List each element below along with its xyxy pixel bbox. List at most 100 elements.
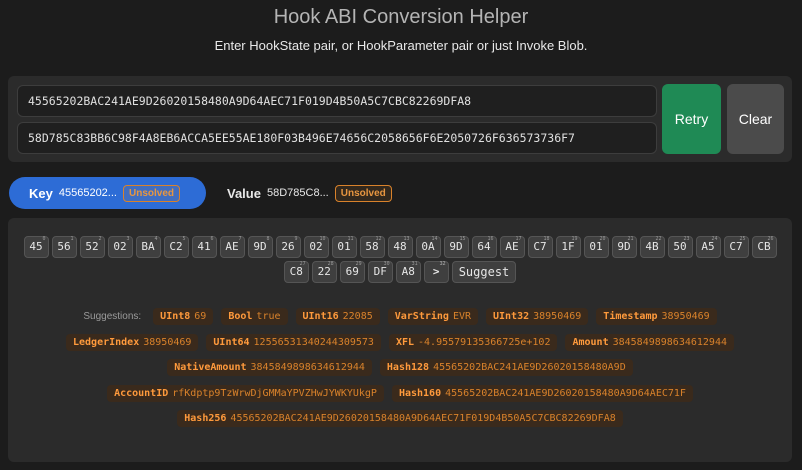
byte-index: 22: [655, 236, 662, 242]
byte-index: 15: [459, 236, 466, 242]
byte-index: 20: [599, 236, 606, 242]
byte-chip[interactable]: 64 16: [471, 236, 497, 258]
suggestion-value: rfKdptp9TzWrwDjGMMaYPVZHwJYWKYUkgP: [172, 387, 377, 399]
byte-chip[interactable]: 26 9: [275, 236, 301, 258]
byte-chip[interactable]: C8 27: [283, 261, 309, 283]
suggestion-chip[interactable]: XFL -4.95579135366725e+102: [388, 333, 558, 351]
suggestion-value: 69: [194, 311, 207, 323]
byte-chip[interactable]: C2 5: [163, 236, 189, 258]
value-hex-input[interactable]: 58D785C83BB6C98F4A8EB6ACCA5EE55AE180F03B…: [17, 122, 657, 154]
retry-button[interactable]: Retry: [662, 84, 721, 154]
suggestion-type: UInt64: [213, 336, 250, 348]
byte-index: 23: [683, 236, 690, 242]
byte-value: 45: [29, 240, 43, 253]
suggestion-chip[interactable]: NativeAmount 3845849898634612944: [167, 359, 372, 377]
byte-chip[interactable]: 52 2: [79, 236, 105, 258]
byte-chip[interactable]: 41 6: [191, 236, 217, 258]
byte-chip[interactable]: 9D 8: [247, 236, 273, 258]
suggestion-type: Amount: [572, 336, 609, 348]
byte-value: AE: [225, 240, 239, 253]
byte-chip[interactable]: 50 23: [667, 236, 693, 258]
suggestion-chip[interactable]: UInt8 69: [153, 308, 214, 326]
suggestions-area: Suggestions: UInt8 69 Bool true UInt16 22085 Va…: [8, 304, 792, 432]
byte-chip[interactable]: BA 4: [135, 236, 161, 258]
suggestion-type: LedgerIndex: [73, 336, 140, 348]
chevron-right-icon: >: [432, 265, 440, 278]
byte-index: 11: [347, 236, 354, 242]
suggest-button[interactable]: Suggest: [451, 261, 517, 283]
tab-value[interactable]: Value 58D785C8... Unsolved: [218, 177, 408, 209]
next-byte-button[interactable]: >32: [423, 261, 449, 283]
clear-button[interactable]: Clear: [727, 84, 784, 154]
byte-chip[interactable]: CB 26: [751, 236, 777, 258]
suggestion-row: Hash256 45565202BAC241AE9D26020158480A9D6…: [177, 406, 623, 432]
suggestion-chip[interactable]: LedgerIndex 38950469: [66, 333, 199, 351]
byte-index: 27: [299, 261, 306, 267]
suggestion-type: UInt8: [160, 311, 191, 323]
suggestion-row: AccountID rfKdptp9TzWrwDjGMMaYPVZHwJYWKYU…: [107, 381, 693, 407]
suggestion-value: 38950469: [533, 311, 582, 323]
byte-index: 0: [42, 236, 46, 242]
suggestion-chip[interactable]: Hash160 45565202BAC241AE9D26020158480A9D6…: [391, 384, 693, 402]
byte-chip[interactable]: 45 0: [23, 236, 49, 258]
byte-value: 41: [197, 240, 211, 253]
byte-chip[interactable]: 1F 19: [555, 236, 581, 258]
suggestion-type: Hash256: [184, 413, 227, 425]
suggestion-value: 12556531340244309573: [253, 336, 374, 348]
page-subtitle: Enter HookState pair, or HookParameter p…: [214, 38, 588, 53]
suggestion-chip[interactable]: Hash256 45565202BAC241AE9D26020158480A9D6…: [177, 410, 623, 428]
byte-chip[interactable]: 9D 21: [611, 236, 637, 258]
byte-index: 12: [375, 236, 382, 242]
byte-index: 2: [98, 236, 102, 242]
suggestion-chip[interactable]: Hash128 45565202BAC241AE9D26020158480A9D: [379, 359, 633, 377]
byte-chip[interactable]: 9D 15: [443, 236, 469, 258]
byte-chip[interactable]: C7 18: [527, 236, 553, 258]
byte-chip[interactable]: 48 13: [387, 236, 413, 258]
byte-chip[interactable]: 02 3: [107, 236, 133, 258]
suggestion-value: 45565202BAC241AE9D26020158480A9D64AEC71F: [445, 387, 686, 399]
suggestion-chip[interactable]: UInt32 38950469: [486, 308, 589, 326]
byte-chip[interactable]: 58 12: [359, 236, 385, 258]
byte-chip[interactable]: 01 11: [331, 236, 357, 258]
byte-value: C2: [169, 240, 183, 253]
suggestion-chip[interactable]: Amount 3845849898634612944: [565, 333, 734, 351]
byte-chip[interactable]: A5 24: [695, 236, 721, 258]
byte-index: 17: [515, 236, 522, 242]
byte-chip[interactable]: 02 10: [303, 236, 329, 258]
byte-chip[interactable]: A8 31: [395, 261, 421, 283]
suggestion-value: -4.95579135366725e+102: [418, 336, 551, 348]
key-hex-input[interactable]: 45565202BAC241AE9D26020158480A9D64AEC71F…: [17, 85, 657, 117]
byte-chip[interactable]: 69 29: [339, 261, 365, 283]
byte-chip[interactable]: AE 17: [499, 236, 525, 258]
suggestion-type: Hash128: [386, 362, 430, 374]
tab-value-label: Value: [227, 185, 261, 201]
byte-index: 10: [319, 236, 326, 242]
suggestion-value: 45565202BAC241AE9D26020158480A9D64AEC71F…: [230, 413, 616, 425]
byte-chip[interactable]: 0A 14: [415, 236, 441, 258]
byte-chip[interactable]: 4B 22: [639, 236, 665, 258]
tab-key[interactable]: Key 45565202... Unsolved: [9, 177, 206, 209]
byte-chip[interactable]: 01 20: [583, 236, 609, 258]
suggestion-row: LedgerIndex 38950469 UInt64 125565313402443…: [66, 330, 734, 356]
suggestion-type: Hash160: [398, 387, 442, 399]
suggestion-chip[interactable]: Timestamp 38950469: [596, 308, 717, 326]
suggestion-row: Suggestions: UInt8 69 Bool true UInt16 22085 Va…: [83, 304, 717, 330]
byte-index: 28: [327, 261, 334, 267]
suggestion-type: NativeAmount: [174, 362, 247, 374]
byte-chip[interactable]: 56 1: [51, 236, 77, 258]
suggestion-chip[interactable]: AccountID rfKdptp9TzWrwDjGMMaYPVZHwJYWKYU…: [107, 384, 384, 402]
suggestion-chip[interactable]: UInt64 12556531340244309573: [206, 333, 381, 351]
byte-chip[interactable]: DF 30: [367, 261, 393, 283]
suggestion-type: Timestamp: [603, 311, 658, 323]
suggestion-value: true: [256, 311, 281, 323]
decode-panel: 45 0 56 1 52 2 02 3 BA 4 C2 5 41 6 AE 7 9D 8 26 9 02 10 01 11 58…: [8, 218, 792, 462]
byte-chip[interactable]: 22 28: [311, 261, 337, 283]
suggestion-chip[interactable]: UInt16 22085: [295, 308, 380, 326]
suggestion-chip[interactable]: Bool true: [221, 308, 288, 326]
byte-index: 21: [627, 236, 634, 242]
suggestion-chip[interactable]: VarString EVR: [387, 308, 478, 326]
byte-chip[interactable]: AE 7: [219, 236, 245, 258]
byte-chip[interactable]: C7 25: [723, 236, 749, 258]
page-title: Hook ABI Conversion Helper: [273, 6, 529, 28]
byte-index: 5: [182, 236, 186, 242]
